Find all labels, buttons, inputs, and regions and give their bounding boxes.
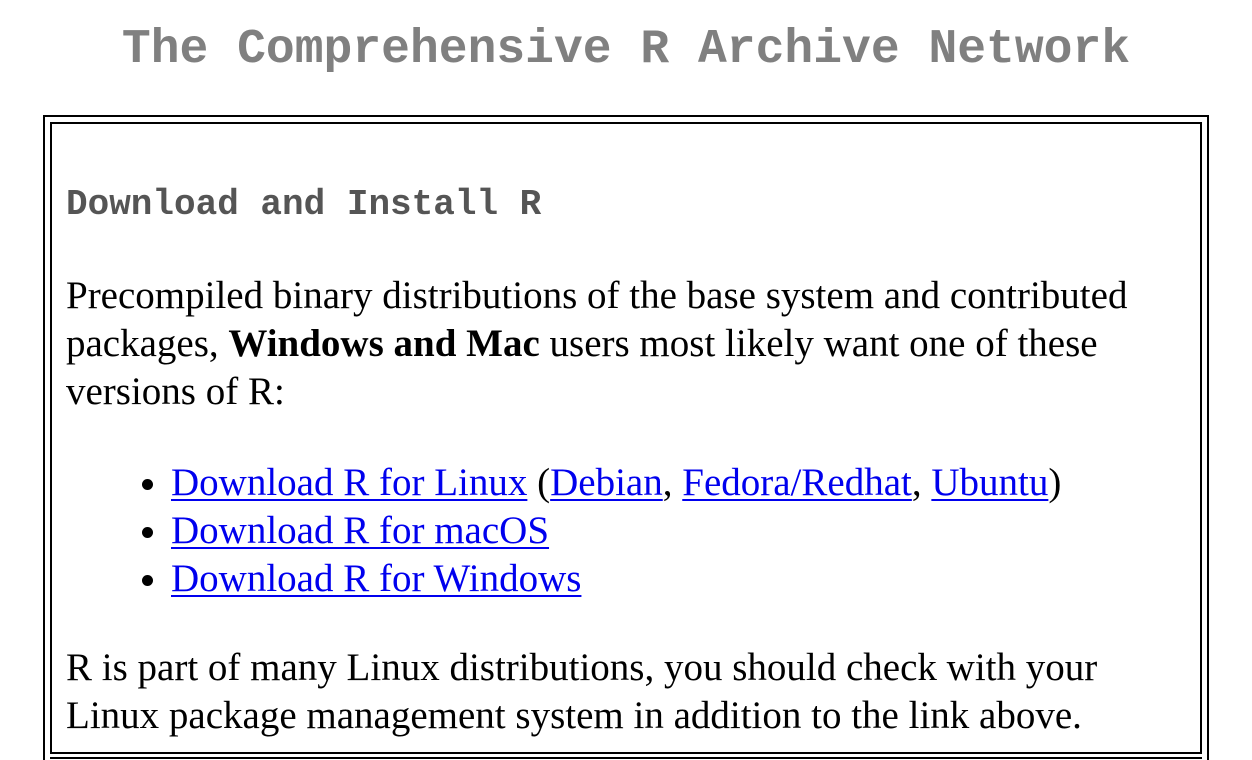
close-paren: ) xyxy=(1048,461,1062,504)
comma-separator: , xyxy=(911,461,932,504)
debian-link[interactable]: Debian xyxy=(550,461,663,504)
download-links-list: Download R for Linux (Debian, Fedora/Red… xyxy=(66,459,1061,603)
linux-note-paragraph: R is part of many Linux distributions, y… xyxy=(66,646,1098,737)
fedora-redhat-link[interactable]: Fedora/Redhat xyxy=(682,461,912,504)
list-item-windows: Download R for Windows xyxy=(171,555,1061,603)
list-item-linux: Download R for Linux (Debian, Fedora/Red… xyxy=(171,459,1061,507)
download-linux-link[interactable]: Download R for Linux xyxy=(171,461,527,504)
download-windows-link[interactable]: Download R for Windows xyxy=(171,557,581,600)
section-heading-download-install: Download and Install R xyxy=(66,184,542,225)
intro-paragraph: Precompiled binary distributions of the … xyxy=(66,272,1196,416)
list-item-macos: Download R for macOS xyxy=(171,507,1061,555)
comma-separator: , xyxy=(662,461,683,504)
intro-bold-platforms: Windows and Mac xyxy=(228,322,540,365)
open-paren: ( xyxy=(527,461,551,504)
frame-bottom-rule xyxy=(50,757,1202,759)
download-macos-link[interactable]: Download R for macOS xyxy=(171,509,549,552)
page-title: The Comprehensive R Archive Network xyxy=(121,23,1131,77)
ubuntu-link[interactable]: Ubuntu xyxy=(931,461,1048,504)
